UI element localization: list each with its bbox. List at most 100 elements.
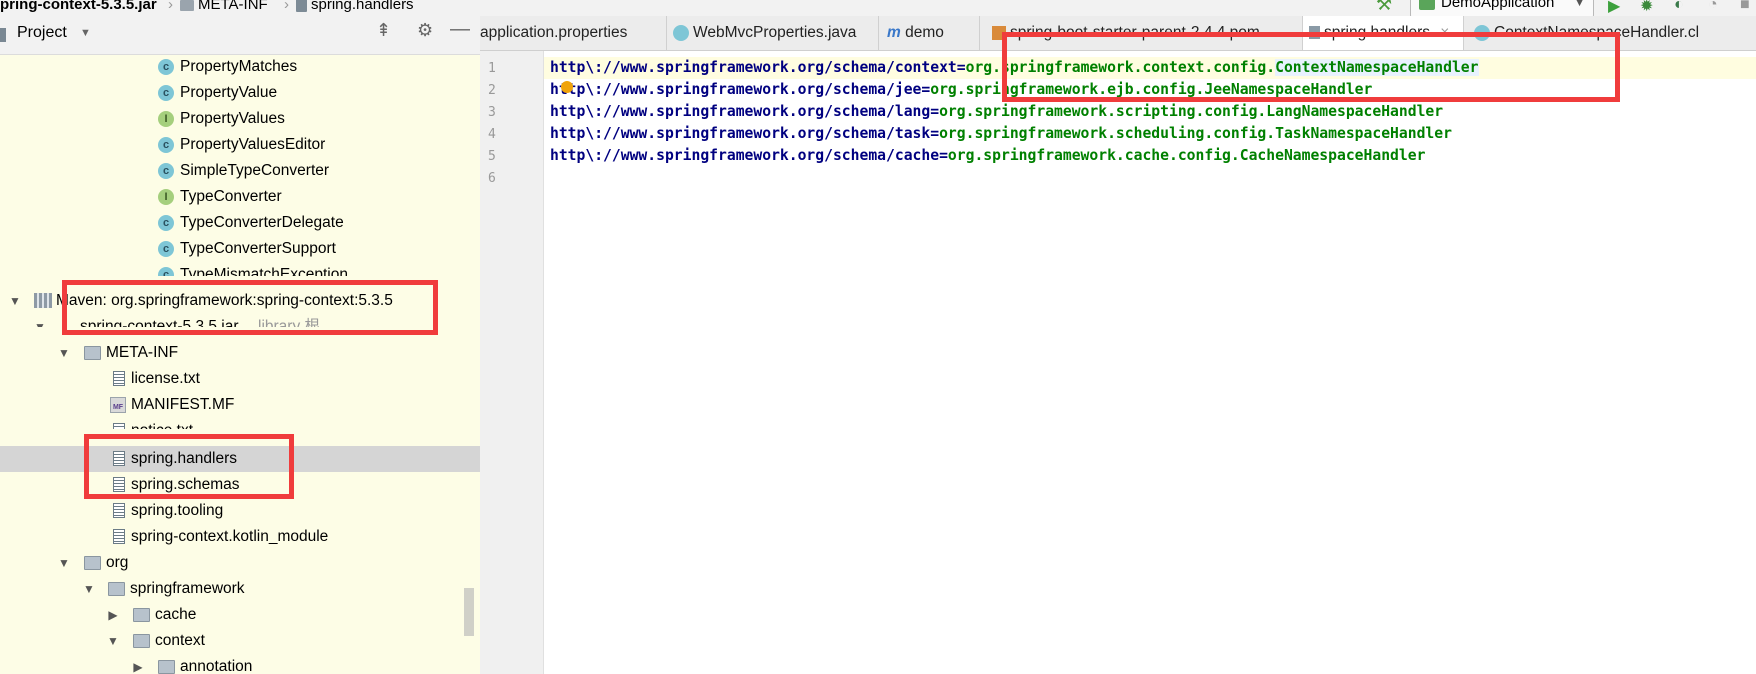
code-line-1: http\://www.springframework.org/schema/c… (550, 57, 1479, 79)
tree-item-spring-tooling[interactable]: spring.tooling (0, 498, 480, 524)
breadcrumb-file-label: spring.handlers (311, 0, 414, 13)
project-title[interactable]: Project (17, 24, 67, 42)
property-value: org.springframework.scheduling.config.Ta… (939, 125, 1452, 142)
tab-label: spring-boot-starter-parent-2.4.4.pom (1010, 24, 1260, 41)
chevron-right-icon[interactable]: ▶ (106, 602, 120, 628)
manifest-icon: MF (110, 397, 126, 413)
line-number: 2 (488, 83, 496, 98)
chevron-down-icon[interactable]: ▼ (8, 288, 22, 314)
tab-contextnamespacehandler[interactable]: ContextNamespaceHandler.cl (1464, 16, 1756, 50)
tree-item-propertyvalue[interactable]: c PropertyValue (0, 80, 480, 106)
tab-webmvcproperties[interactable]: WebMvcProperties.java (667, 16, 879, 50)
profile-icon[interactable]: ◔ (1708, 0, 1718, 14)
tree-item-license-txt[interactable]: license.txt (0, 366, 480, 392)
tab-demo[interactable]: m demo (879, 16, 980, 50)
tree-item-typeconvertersupport[interactable]: c TypeConverterSupport (0, 236, 480, 262)
tree-item-typeconverter[interactable]: I TypeConverter (0, 184, 480, 210)
tree-item-typemismatchexception[interactable]: c TypeMismatchException (0, 262, 480, 276)
class-icon: c (158, 59, 174, 75)
tree-item-org[interactable]: ▼ org (0, 550, 480, 576)
package-icon (133, 608, 150, 622)
package-icon (158, 660, 175, 674)
tab-spring-boot-starter-parent[interactable]: spring-boot-starter-parent-2.4.4.pom (980, 16, 1303, 50)
tree-item-simpletypeconverter[interactable]: c SimpleTypeConverter (0, 158, 480, 184)
tab-label: application.properties (480, 24, 628, 41)
tree-item-label: MANIFEST.MF (131, 396, 235, 413)
stop-icon[interactable]: ■ (1740, 0, 1750, 14)
class-icon (1474, 24, 1490, 41)
chevron-down-icon[interactable]: ▼ (33, 314, 47, 327)
tree-item-maven-spring-context[interactable]: ▼ Maven: org.springframework:spring-cont… (0, 288, 480, 314)
tree-item-label: Maven: org.springframework:spring-contex… (56, 292, 393, 309)
scrollbar-thumb[interactable] (464, 588, 474, 636)
run-icon[interactable]: ▶ (1608, 0, 1620, 16)
coverage-icon[interactable]: ◐ (1674, 0, 1684, 14)
properties-file-icon (296, 0, 307, 12)
tree-item-label: spring.schemas (131, 476, 240, 493)
minimize-icon[interactable]: — (450, 18, 470, 41)
tree-item-cache[interactable]: ▶ cache (0, 602, 480, 628)
property-separator: = (956, 59, 966, 76)
debug-icon[interactable]: ✹ (1640, 0, 1653, 16)
gear-icon[interactable]: ⚙ (417, 20, 433, 41)
run-configuration-select[interactable]: DemoApplication ▼ (1410, 0, 1594, 16)
tree-item-propertymatches[interactable]: c PropertyMatches (0, 54, 480, 80)
properties-file-icon (113, 477, 125, 492)
chevron-down-icon[interactable]: ▼ (106, 628, 120, 654)
package-icon (84, 556, 101, 570)
breadcrumb-separator: › (284, 0, 289, 13)
tree-item-annotation[interactable]: ▶ annotation (0, 654, 480, 674)
tab-label: demo (905, 24, 944, 41)
tree-item-label: notice.txt (131, 418, 193, 429)
chevron-down-icon[interactable]: ▼ (57, 550, 71, 576)
tree-item-label: TypeConverterSupport (180, 240, 336, 257)
tree-item-springframework[interactable]: ▼ springframework (0, 576, 480, 602)
tree-item-label: annotation (180, 658, 253, 674)
tree-item-propertyvalueseditor[interactable]: c PropertyValuesEditor (0, 132, 480, 158)
class-icon: c (158, 241, 174, 257)
property-value: org.springframework.scripting.config.Lan… (939, 103, 1444, 120)
maven-module-icon: m (887, 24, 901, 41)
breadcrumb-folder-label: META-INF (198, 0, 268, 13)
build-hammer-icon[interactable]: ⚒ (1376, 0, 1392, 15)
breadcrumb-folder[interactable]: META-INF (180, 0, 268, 13)
tab-spring-handlers[interactable]: spring.handlers × (1303, 16, 1464, 50)
class-icon: c (158, 215, 174, 231)
code-editor[interactable]: http\://www.springframework.org/schema/c… (544, 51, 1756, 674)
tree-item-notice-txt[interactable]: notice.txt (0, 418, 480, 429)
properties-file-icon (1309, 26, 1320, 40)
tree-item-label: PropertyValues (180, 110, 285, 127)
chevron-right-icon[interactable]: ▶ (131, 654, 145, 674)
intention-bulb-icon[interactable] (561, 81, 573, 93)
tree-item-propertyvalues[interactable]: I PropertyValues (0, 106, 480, 132)
property-separator: = (921, 81, 931, 98)
chevron-down-icon[interactable]: ▼ (82, 576, 96, 602)
tab-application-properties[interactable]: application.properties (480, 16, 667, 50)
library-icon (34, 293, 52, 308)
pom-file-icon (992, 25, 1006, 40)
editor-tab-bar: application.properties WebMvcProperties.… (480, 16, 1756, 51)
class-icon: c (158, 267, 174, 276)
tree-item-meta-inf[interactable]: ▼ META-INF (0, 340, 480, 366)
tree-item-manifest-mf[interactable]: MF MANIFEST.MF (0, 392, 480, 418)
chevron-down-icon[interactable]: ▼ (57, 340, 71, 366)
class-icon (673, 24, 689, 41)
tree-item-context[interactable]: ▼ context (0, 628, 480, 654)
tree-item-kotlin-module[interactable]: spring-context.kotlin_module (0, 524, 480, 550)
class-icon: c (158, 163, 174, 179)
chevron-down-icon[interactable]: ▼ (80, 27, 91, 39)
tree-item-label: TypeConverter (180, 188, 282, 205)
tree-item-typeconverterdelegate[interactable]: c TypeConverterDelegate (0, 210, 480, 236)
line-number: 4 (488, 127, 496, 142)
property-key: http\://www.springframework.org/schema/j… (550, 81, 922, 98)
tree-item-spring-schemas[interactable]: spring.schemas (0, 472, 480, 498)
breadcrumb-jar[interactable]: pring-context-5.3.5.jar (0, 0, 157, 13)
tree-item-label: cache (155, 606, 197, 623)
breadcrumb-separator: › (168, 0, 173, 13)
property-key: http\://www.springframework.org/schema/c… (550, 147, 940, 164)
tree-item-spring-handlers[interactable]: spring.handlers (0, 446, 480, 472)
close-icon[interactable]: × (1440, 24, 1449, 41)
tree-item-spring-context-jar[interactable]: ▼ spring-context-5.3.5.jar library 根 (0, 314, 480, 327)
collapse-all-icon[interactable]: ⇞ (376, 20, 391, 41)
breadcrumb-file[interactable]: spring.handlers (296, 0, 414, 13)
